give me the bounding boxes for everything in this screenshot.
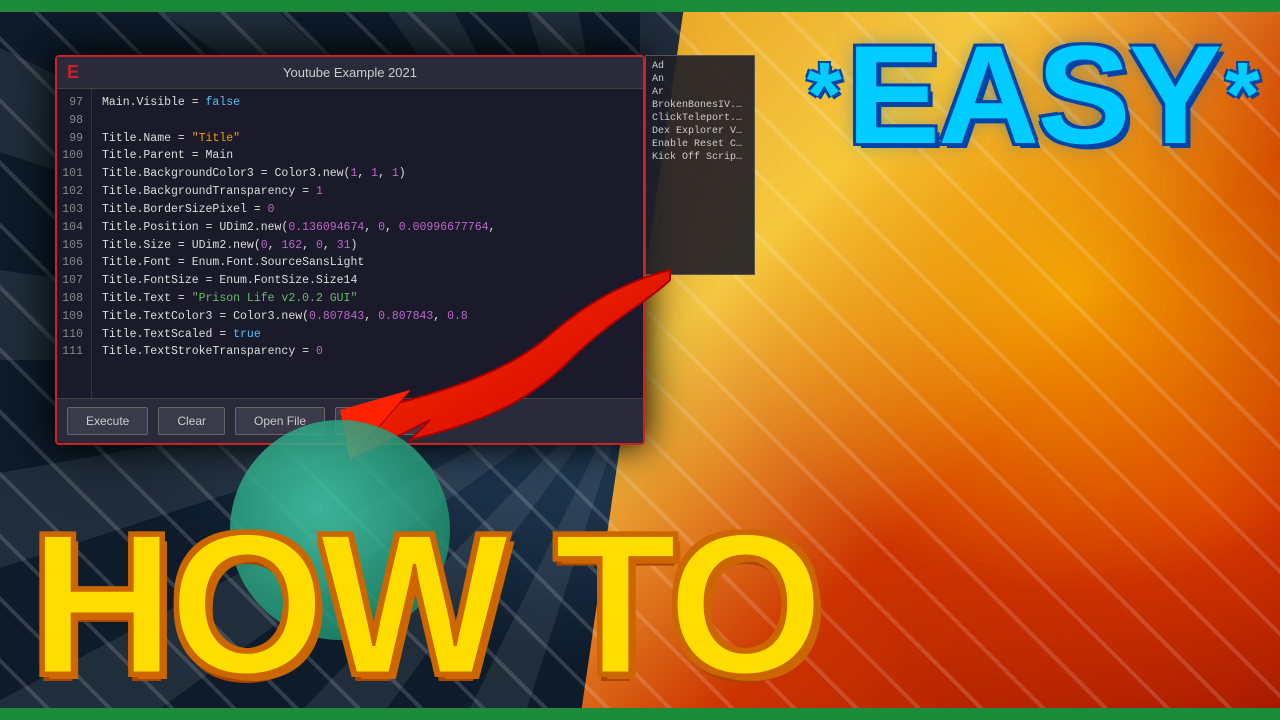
line-num: 98 (62, 112, 83, 130)
easy-main-text: EASY (847, 35, 1220, 154)
line-num: 104 (62, 219, 83, 237)
line-num: 105 (62, 237, 83, 255)
file-list-panel: Ad An Ar BrokenBonesIV.txt ClickTeleport… (645, 55, 755, 275)
line-num: 100 (62, 147, 83, 165)
file-item[interactable]: Enable Reset Char (650, 138, 750, 151)
code-line: Title.BackgroundTransparency = 1 (102, 183, 633, 201)
line-num: 97 (62, 94, 83, 112)
easy-text-overlay: * EASY * (807, 35, 1260, 154)
how-to-text-overlay: HOW TO (30, 520, 818, 690)
line-num: 110 (62, 326, 83, 344)
line-num: 103 (62, 201, 83, 219)
line-num: 109 (62, 308, 83, 326)
line-num: 101 (62, 165, 83, 183)
file-item[interactable]: Kick Off Script.txt (650, 151, 750, 164)
file-item[interactable]: Ad (650, 60, 750, 73)
easy-prefix-asterisk: * (807, 50, 842, 140)
code-line: Title.Parent = Main (102, 147, 633, 165)
code-line: Title.BorderSizePixel = 0 (102, 201, 633, 219)
line-num: 99 (62, 130, 83, 148)
line-num: 111 (62, 343, 83, 361)
clear-button[interactable]: Clear (158, 407, 225, 435)
code-line: Title.Size = UDim2.new(0, 162, 0, 31) (102, 237, 633, 255)
howto-main-text: HOW TO (30, 520, 818, 690)
file-item[interactable]: BrokenBonesIV.txt (650, 99, 750, 112)
file-item[interactable]: Ar (650, 86, 750, 99)
code-line: Main.Visible = false (102, 94, 633, 112)
file-item[interactable]: Dex Explorer V2.be (650, 125, 750, 138)
code-line: Title.Position = UDim2.new(0.136094674, … (102, 219, 633, 237)
line-num: 106 (62, 254, 83, 272)
line-num: 107 (62, 272, 83, 290)
editor-icon: E (67, 62, 79, 83)
file-item[interactable]: ClickTeleport.txt (650, 112, 750, 125)
line-num: 102 (62, 183, 83, 201)
code-line (102, 112, 633, 130)
code-line: Title.Name = "Title" (102, 130, 633, 148)
file-item[interactable]: An (650, 73, 750, 86)
editor-titlebar: E Youtube Example 2021 (57, 57, 643, 89)
green-strip-top (0, 0, 1280, 12)
code-line: Title.BackgroundColor3 = Color3.new(1, 1… (102, 165, 633, 183)
line-numbers: 97 98 99 100 101 102 103 104 105 106 107… (57, 89, 92, 398)
easy-suffix-asterisk: * (1225, 50, 1260, 140)
line-num: 108 (62, 290, 83, 308)
editor-title: Youtube Example 2021 (283, 65, 417, 80)
execute-button[interactable]: Execute (67, 407, 148, 435)
